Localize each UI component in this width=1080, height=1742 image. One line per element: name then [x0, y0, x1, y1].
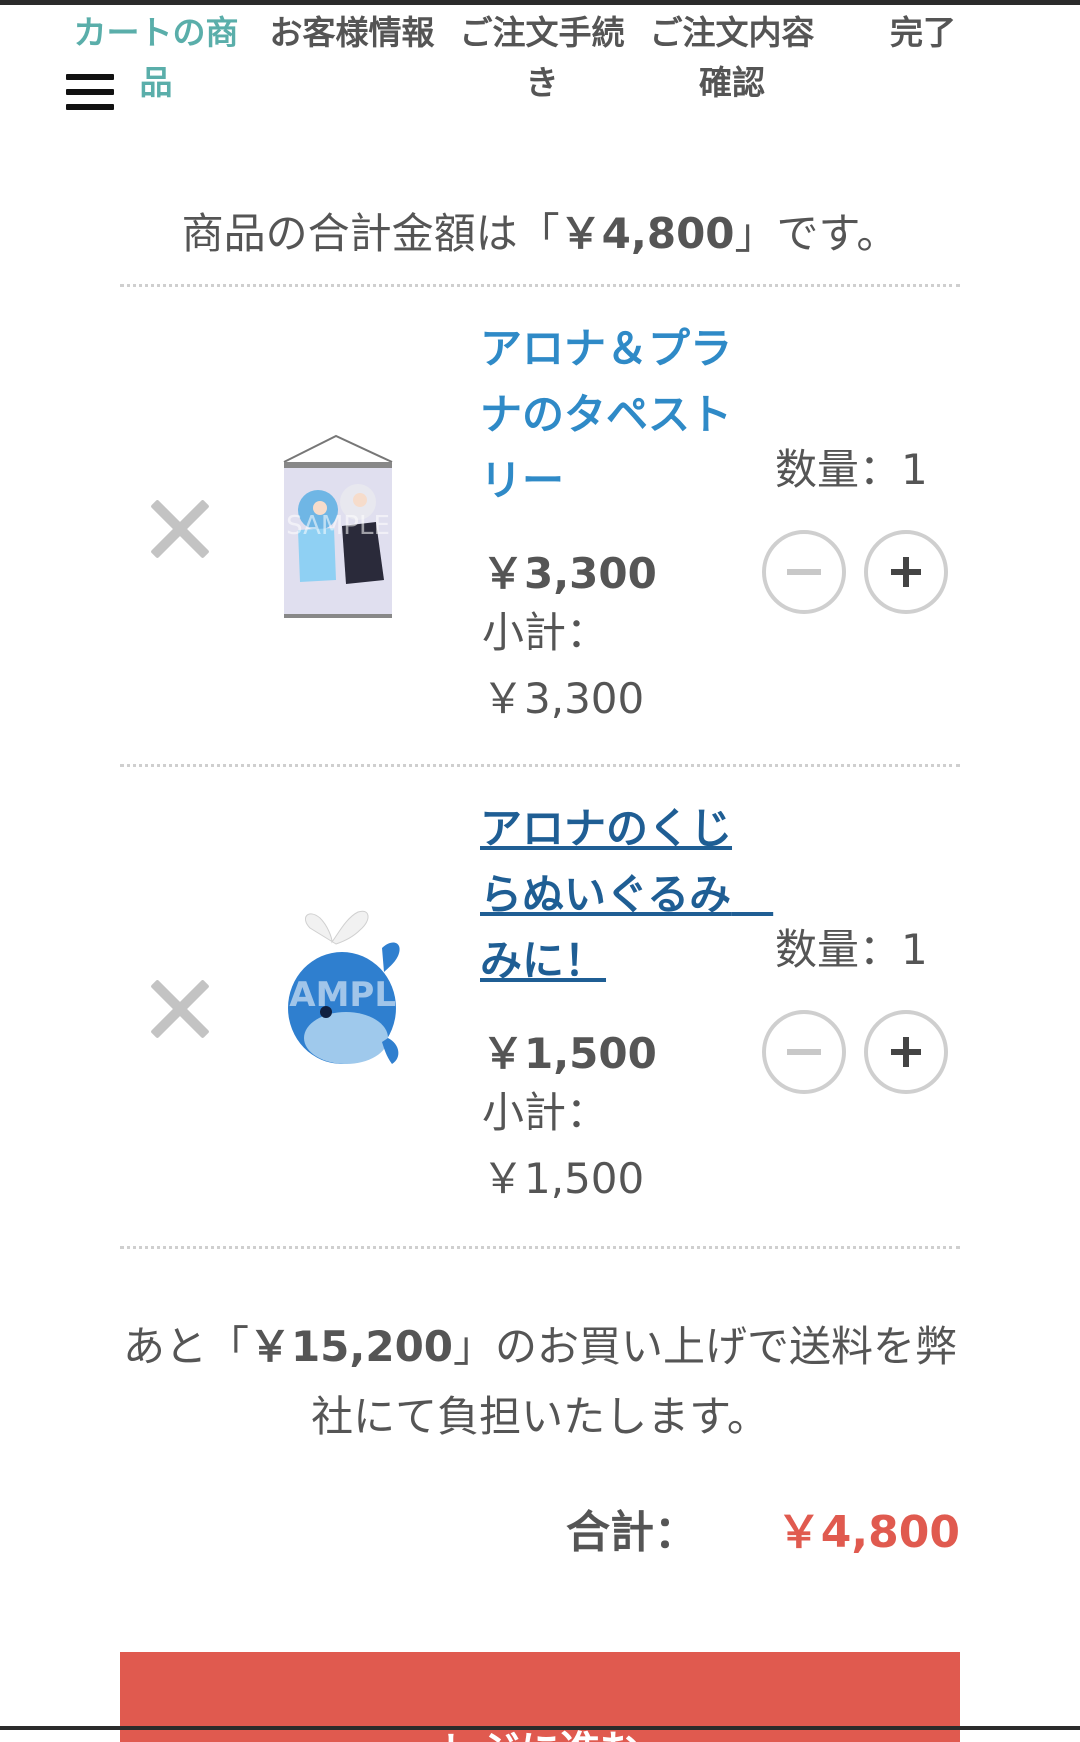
cart-item: SAMPLE アロナのくじらぬいぐるみ みに！ ￥1,500 小計： ￥1,50… [120, 780, 960, 1240]
checkout-steps: カートの商品 お客様情報 ご注文手続き ご注文内容確認 完了 [0, 0, 1080, 120]
nav-bar [0, 1726, 1080, 1730]
svg-text:SAMPLE: SAMPLE [286, 511, 390, 541]
product-price: ￥3,300 [482, 549, 657, 598]
step-complete: 完了 [890, 13, 956, 52]
step-customer-info: お客様情報 [269, 13, 435, 52]
svg-text:SAMPLE: SAMPLE [280, 975, 410, 1015]
subtotal-value: ￥3,300 [482, 674, 645, 723]
subtotal-label: 小計： [482, 1088, 609, 1137]
product-name[interactable]: アロナ＆プラナのタペストリー [480, 316, 760, 514]
minus-icon[interactable] [762, 1010, 846, 1094]
divider [120, 284, 960, 287]
shipping-amount: ￥15,200 [248, 1322, 454, 1371]
close-icon[interactable] [145, 494, 215, 564]
shipping-prefix: あと「 [122, 1322, 249, 1371]
product-name-link[interactable]: アロナのくじらぬいぐるみ みに！ [480, 796, 773, 994]
product-image-tapestry[interactable]: SAMPLE [280, 430, 400, 620]
quantity-label: 数量：1 [775, 925, 928, 974]
total-label: 合計： [566, 1507, 698, 1558]
subtotal-value: ￥1,500 [482, 1154, 645, 1203]
minus-icon[interactable] [762, 530, 846, 614]
plus-icon[interactable] [864, 530, 948, 614]
summary-suffix: 」です。 [734, 209, 899, 258]
step-order-confirm: ご注文内容確認 [649, 13, 815, 102]
free-shipping-notice: あと「￥15,200」のお買い上げで送料を弊社にて負担いたします。 [120, 1312, 960, 1452]
checkout-label: レジに進む [120, 1718, 960, 1742]
divider [120, 1246, 960, 1249]
cart-summary: 商品の合計金額は「￥4,800」です。 [120, 200, 960, 261]
step-order-procedure: ご注文手続き [459, 13, 625, 102]
summary-prefix: 商品の合計金額は「 [181, 209, 560, 258]
total-value: ￥4,800 [776, 1507, 960, 1558]
hamburger-icon[interactable] [66, 74, 114, 116]
plus-icon[interactable] [864, 1010, 948, 1094]
cart-item: SAMPLE アロナ＆プラナのタペストリー ￥3,300 小計： ￥3,300 … [120, 300, 960, 760]
product-price: ￥1,500 [482, 1029, 657, 1078]
product-image-whale-plush[interactable]: SAMPLE [265, 908, 419, 1068]
close-icon[interactable] [145, 974, 215, 1044]
divider [120, 764, 960, 767]
summary-amount: ￥4,800 [559, 209, 735, 258]
quantity-label: 数量：1 [775, 445, 928, 494]
subtotal-label: 小計： [482, 608, 609, 657]
